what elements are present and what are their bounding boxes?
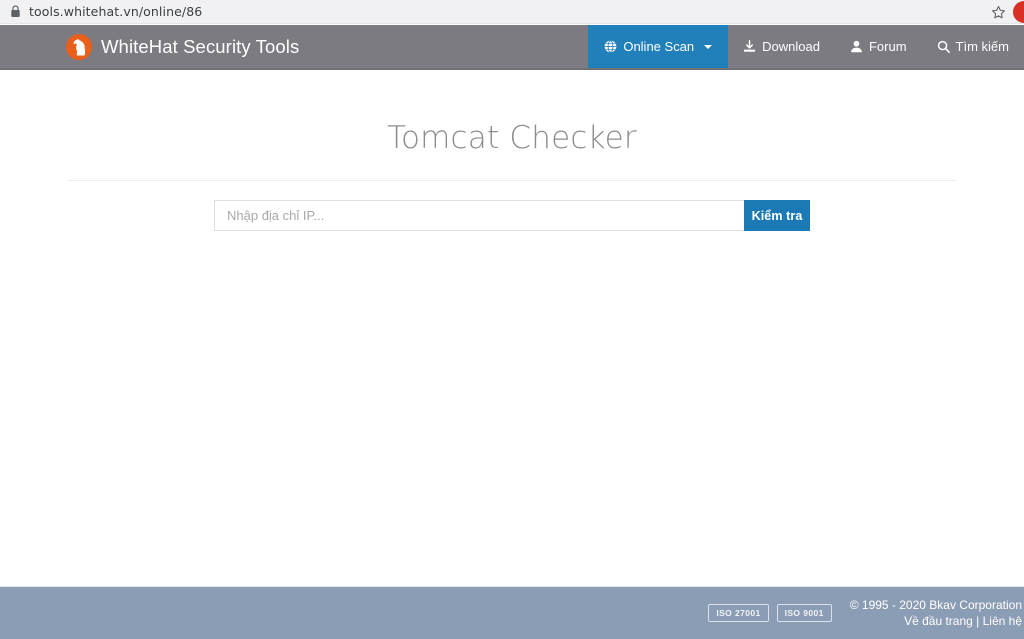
ip-check-form: Kiểm tra — [214, 200, 810, 231]
nav-item-online-scan[interactable]: Online Scan — [588, 25, 729, 68]
brand-link[interactable]: WhiteHat Security Tools — [66, 25, 299, 68]
title-divider — [67, 180, 957, 181]
nav-item-label: Forum — [868, 39, 907, 54]
iso-badges: ISO 27001 ISO 9001 — [708, 604, 832, 622]
star-icon[interactable] — [987, 1, 1009, 23]
brand-title: WhiteHat Security Tools — [101, 35, 300, 57]
contact-link[interactable]: Liên hệ — [983, 614, 1022, 628]
url-text: tools.whitehat.vn/online/86 — [29, 4, 203, 19]
footer-inner: ISO 27001 ISO 9001 © 1995 - 2020 Bkav Co… — [0, 587, 1024, 639]
navbar-menu: Online Scan Download Forum Tìm kiếm — [588, 25, 1024, 68]
chevron-down-icon — [704, 44, 713, 49]
check-button[interactable]: Kiểm tra — [744, 200, 810, 231]
page-body: WhiteHat Security Tools Online Scan Down… — [0, 25, 1024, 639]
globe-icon — [604, 40, 617, 53]
browser-url-bar[interactable]: tools.whitehat.vn/online/86 — [0, 0, 1024, 24]
search-icon — [937, 40, 950, 53]
nav-item-label: Online Scan — [623, 39, 695, 54]
iso-27001-badge: ISO 27001 — [708, 604, 769, 622]
nav-item-label: Tìm kiếm — [955, 39, 1009, 54]
lock-icon — [8, 5, 22, 19]
profile-avatar[interactable] — [1013, 1, 1024, 23]
page-title: Tomcat Checker — [387, 120, 637, 156]
download-icon — [743, 40, 756, 53]
nav-item-label: Download — [762, 39, 820, 54]
footer-link-separator: | — [972, 614, 983, 628]
nav-item-search[interactable]: Tìm kiếm — [922, 25, 1024, 68]
copyright-text: © 1995 - 2020 Bkav Corporation — [849, 598, 1022, 612]
iso-9001-badge: ISO 9001 — [776, 604, 832, 622]
nav-item-forum[interactable]: Forum — [835, 25, 922, 68]
back-to-top-link[interactable]: Về đầu trang — [904, 614, 973, 628]
whitehat-logo-icon — [66, 33, 92, 60]
main-content: Tomcat Checker Kiểm tra — [0, 70, 1024, 586]
site-footer: ISO 27001 ISO 9001 © 1995 - 2020 Bkav Co… — [0, 586, 1024, 639]
footer-links: Về đầu trang | Liên hệ — [850, 613, 1022, 629]
site-navbar: WhiteHat Security Tools Online Scan Down… — [0, 25, 1024, 70]
user-icon — [850, 40, 863, 53]
browser-toolbar-right — [987, 0, 1024, 24]
footer-text: © 1995 - 2020 Bkav Corporation Về đầu tr… — [850, 597, 1022, 629]
ip-address-input[interactable] — [214, 200, 744, 231]
nav-item-download[interactable]: Download — [728, 25, 835, 68]
